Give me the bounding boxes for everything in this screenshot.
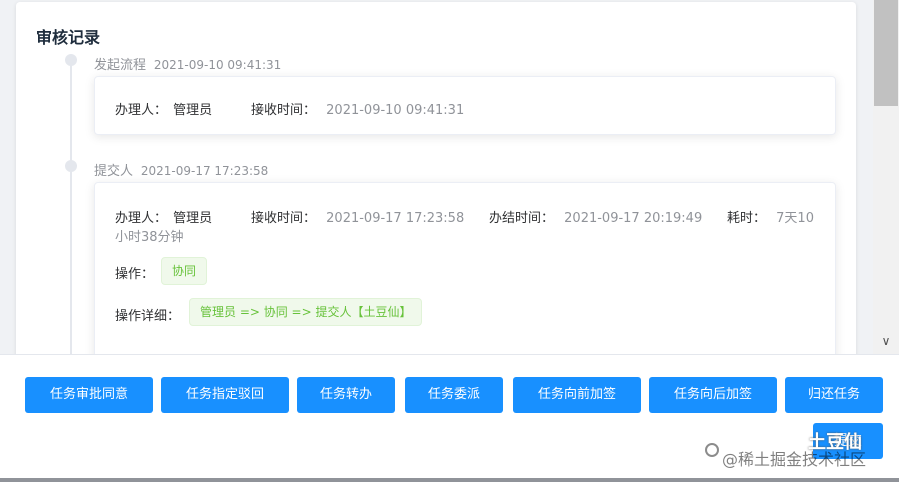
timeline-dot xyxy=(65,54,77,66)
duration-continued: 小时38分钟 xyxy=(115,230,184,245)
handler-row: 办理人： 管理员 xyxy=(115,99,212,118)
receive-time: 2021-09-17 17:23:58 xyxy=(326,211,465,226)
audit-record-card: 审核记录 发起流程 2021-09-10 09:41:31 办理人： 管理员 接… xyxy=(16,2,856,354)
timeline-dot xyxy=(65,160,77,172)
duration-label: 耗时： xyxy=(727,211,767,226)
timeline-card: 办理人： 管理员 接收时间： 2021-09-10 09:41:31 xyxy=(94,76,836,135)
node-name: 发起流程 xyxy=(94,58,147,73)
timeline-card: 办理人： 管理员 接收时间： 2021-09-17 17:23:58 办结时间：… xyxy=(94,182,836,354)
duration-value: 7天10 xyxy=(776,211,814,226)
finish-row: 办结时间： 2021-09-17 20:19:49 xyxy=(489,207,702,226)
receive-row: 接收时间： 2021-09-10 09:41:31 xyxy=(251,99,464,118)
timeline-line xyxy=(70,64,72,354)
handler-label: 办理人： xyxy=(115,211,168,226)
detail-label: 操作详细： xyxy=(115,309,181,324)
receive-label: 接收时间： xyxy=(251,211,317,226)
operation-label: 操作： xyxy=(115,267,155,282)
watermark-text: @稀土掘金技术社区 xyxy=(722,450,867,469)
detail-tag: 管理员 => 协同 => 提交人【土豆仙】 xyxy=(189,298,423,326)
task-delegate-button[interactable]: 任务委派 xyxy=(405,377,503,413)
node-time: 2021-09-10 09:41:31 xyxy=(153,58,282,72)
node-name: 提交人 xyxy=(94,164,134,179)
receive-label: 接收时间： xyxy=(251,103,317,118)
receive-row: 接收时间： 2021-09-17 17:23:58 xyxy=(251,207,464,226)
scroll-viewport[interactable]: 审核记录 发起流程 2021-09-10 09:41:31 办理人： 管理员 接… xyxy=(0,0,873,354)
receive-time: 2021-09-10 09:41:31 xyxy=(326,103,465,118)
scroll-down-arrow-icon[interactable]: ∨ xyxy=(878,334,894,348)
handler-label: 办理人： xyxy=(115,103,168,118)
section-title: 审核记录 xyxy=(36,28,101,47)
task-add-sign-after-button[interactable]: 任务向后加签 xyxy=(649,377,777,413)
bottom-edge xyxy=(0,478,899,482)
task-return-button[interactable]: 归还任务 xyxy=(785,377,883,413)
operation-tag: 协同 xyxy=(161,257,208,285)
finish-time: 2021-09-17 20:19:49 xyxy=(564,211,703,226)
finish-label: 办结时间： xyxy=(489,211,555,226)
timeline-node-header: 发起流程 2021-09-10 09:41:31 xyxy=(94,54,281,73)
task-approve-button[interactable]: 任务审批同意 xyxy=(25,377,153,413)
task-add-sign-before-button[interactable]: 任务向前加签 xyxy=(513,377,641,413)
handler-value: 管理员 xyxy=(173,103,213,118)
duration-row: 耗时： 7天10 xyxy=(727,207,814,226)
timeline-node-header: 提交人 2021-09-17 17:23:58 xyxy=(94,160,268,179)
chat-bubble-icon xyxy=(705,443,719,457)
task-reject-button[interactable]: 任务指定驳回 xyxy=(161,377,289,413)
handler-value: 管理员 xyxy=(173,211,213,226)
task-transfer-button[interactable]: 任务转办 xyxy=(297,377,395,413)
node-time: 2021-09-17 17:23:58 xyxy=(140,164,269,178)
handler-row: 办理人： 管理员 xyxy=(115,207,212,226)
scrollbar-thumb[interactable] xyxy=(874,0,898,106)
